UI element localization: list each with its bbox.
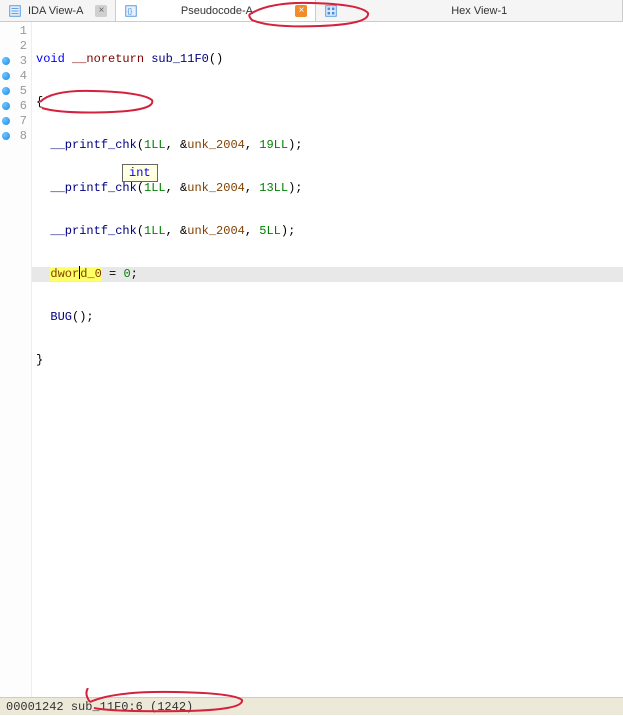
- status-location: sub_11F0:6 (1242): [71, 700, 193, 714]
- gutter-line: 6: [0, 99, 31, 114]
- code-icon: {}: [124, 4, 138, 18]
- breakpoint-icon[interactable]: [2, 117, 10, 125]
- tab-pseudocode[interactable]: {} Pseudocode-A ×: [116, 0, 316, 21]
- code-line-current: dword_0 = 0;: [32, 267, 623, 282]
- breakpoint-icon[interactable]: [2, 132, 10, 140]
- code-line: __printf_chk(1LL, &unk_2004, 13LL);: [32, 181, 623, 196]
- code-area[interactable]: void __noreturn sub_11F0() { __printf_ch…: [32, 22, 623, 697]
- code-line: __printf_chk(1LL, &unk_2004, 19LL);: [32, 138, 623, 153]
- breakpoint-icon[interactable]: [2, 72, 10, 80]
- svg-text:{}: {}: [128, 8, 133, 15]
- gutter-line: 4: [0, 69, 31, 84]
- code-editor[interactable]: 1 2 3 4 5 6 7 8 void __noreturn sub_11F0…: [0, 22, 623, 697]
- status-bar: 00001242 sub_11F0:6 (1242): [0, 697, 623, 715]
- highlighted-identifier: dword_0: [50, 267, 101, 281]
- gutter-line: 3: [0, 54, 31, 69]
- gutter-line: 8: [0, 129, 31, 144]
- doc-icon: [8, 4, 22, 18]
- tab-ida-view[interactable]: IDA View-A ×: [0, 0, 116, 21]
- breakpoint-icon[interactable]: [2, 87, 10, 95]
- tab-label: Hex View-1: [451, 5, 507, 17]
- text-cursor: [79, 266, 80, 279]
- code-line: void __noreturn sub_11F0(): [32, 52, 623, 67]
- hex-icon: [324, 4, 338, 18]
- code-line: BUG();: [32, 310, 623, 325]
- line-gutter: 1 2 3 4 5 6 7 8: [0, 22, 32, 697]
- breakpoint-icon[interactable]: [2, 102, 10, 110]
- tab-hex-view[interactable]: Hex View-1: [316, 0, 623, 21]
- gutter-line: 5: [0, 84, 31, 99]
- breakpoint-icon[interactable]: [2, 57, 10, 65]
- tab-label: IDA View-A: [28, 5, 83, 17]
- tab-label: Pseudocode-A: [181, 5, 253, 17]
- status-address: 00001242: [6, 700, 64, 714]
- gutter-line: 2: [0, 39, 31, 54]
- gutter-line: 1: [0, 24, 31, 39]
- code-line: }: [32, 353, 623, 368]
- code-line: {: [32, 95, 623, 110]
- close-icon[interactable]: ×: [295, 5, 307, 17]
- tab-bar: IDA View-A × {} Pseudocode-A × Hex View-…: [0, 0, 623, 22]
- code-line: __printf_chk(1LL, &unk_2004, 5LL);: [32, 224, 623, 239]
- type-hint-tooltip: int: [122, 164, 158, 182]
- close-icon[interactable]: ×: [95, 5, 107, 17]
- gutter-line: 7: [0, 114, 31, 129]
